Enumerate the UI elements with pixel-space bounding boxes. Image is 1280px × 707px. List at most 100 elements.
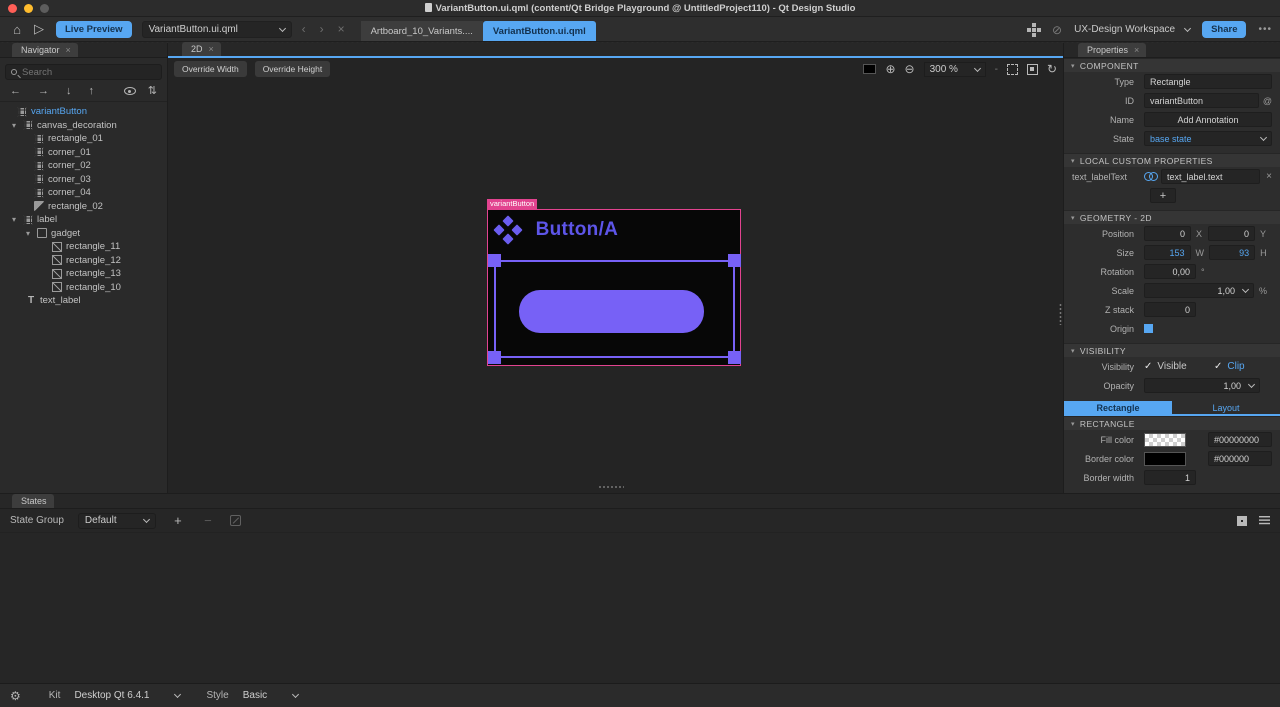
visible-checkbox[interactable]: ✓Visible: [1144, 361, 1214, 372]
subtab-rectangle[interactable]: Rectangle: [1064, 401, 1172, 414]
remove-state-group-icon[interactable]: −: [200, 513, 216, 528]
back-button[interactable]: ‹: [302, 22, 306, 36]
section-component[interactable]: ▾COMPONENT: [1064, 58, 1280, 72]
forward-button[interactable]: ›: [320, 22, 324, 36]
state-group-dropdown[interactable]: Default: [78, 513, 156, 529]
open-document-dropdown[interactable]: VariantButton.ui.qml: [142, 21, 292, 38]
move-left-icon[interactable]: ←: [10, 85, 21, 97]
position-x-field[interactable]: 0: [1144, 226, 1191, 241]
tree-item-gadget[interactable]: ▾gadget: [0, 227, 167, 241]
section-geometry-2d[interactable]: ▾GEOMETRY - 2D: [1064, 210, 1280, 224]
share-button[interactable]: Share: [1202, 21, 1246, 38]
tree-item-variantbutton[interactable]: variantButton: [0, 105, 167, 119]
type-field[interactable]: Rectangle: [1144, 74, 1272, 89]
close-icon[interactable]: ×: [66, 45, 71, 55]
id-field[interactable]: variantButton: [1144, 93, 1259, 108]
zoom-level-dropdown[interactable]: 300 %: [924, 62, 986, 77]
annotation-at-icon[interactable]: @: [1263, 96, 1272, 106]
subtab-layout[interactable]: Layout: [1172, 401, 1280, 414]
gear-icon[interactable]: ⚙: [10, 689, 21, 703]
tree-item-rectangle-13[interactable]: rectangle_13: [0, 267, 167, 281]
more-options-icon[interactable]: •••: [1258, 24, 1272, 35]
opacity-dropdown[interactable]: 1,00: [1144, 378, 1260, 393]
workspace-dropdown[interactable]: UX-Design Workspace: [1074, 24, 1190, 35]
fill-color-hex-field[interactable]: #00000000: [1208, 432, 1272, 447]
position-y-field[interactable]: 0: [1208, 226, 1255, 241]
artboard-variantbutton[interactable]: Button/A: [487, 209, 741, 366]
rotation-field[interactable]: 0,00: [1144, 264, 1196, 279]
zoom-in-icon[interactable]: ⊕: [885, 62, 895, 76]
tab-2d[interactable]: 2D ×: [182, 42, 221, 56]
caret-down-icon[interactable]: ▾: [12, 215, 19, 224]
button-background-rectangle[interactable]: [519, 290, 704, 333]
fit-screen-icon[interactable]: [1007, 64, 1018, 75]
tree-item-canvas-decoration[interactable]: ▾canvas_decoration: [0, 119, 167, 133]
reset-view-icon[interactable]: ↻: [1047, 62, 1057, 76]
state-dropdown[interactable]: base state: [1144, 131, 1272, 146]
home-icon[interactable]: ⌂: [6, 22, 28, 37]
tree-item-corner-02[interactable]: corner_02: [0, 159, 167, 173]
tree-item-corner-04[interactable]: corner_04: [0, 186, 167, 200]
tree-item-label[interactable]: ▾label: [0, 213, 167, 227]
add-annotation-button[interactable]: Add Annotation: [1144, 112, 1272, 127]
size-h-field[interactable]: 93: [1209, 245, 1256, 260]
binding-expression-field[interactable]: text_label.text: [1161, 169, 1260, 184]
add-state-group-icon[interactable]: +: [170, 513, 186, 528]
sort-icon[interactable]: ⇅: [148, 84, 157, 97]
section-rectangle[interactable]: ▾RECTANGLE: [1064, 416, 1280, 430]
visibility-eye-icon[interactable]: [124, 87, 136, 95]
origin-selector[interactable]: [1144, 324, 1153, 333]
button-text-label[interactable]: Button/A: [536, 219, 619, 241]
remove-property-icon[interactable]: ×: [1266, 171, 1272, 182]
override-width-button[interactable]: Override Width: [174, 61, 247, 77]
scale-dropdown[interactable]: 1,00: [1144, 283, 1254, 298]
rename-state-group-icon[interactable]: [230, 515, 241, 526]
border-width-field[interactable]: 1: [1144, 470, 1196, 485]
navigator-search[interactable]: [5, 64, 162, 80]
caret-down-icon[interactable]: ▾: [26, 229, 33, 238]
section-local-custom-properties[interactable]: ▾LOCAL CUSTOM PROPERTIES: [1064, 153, 1280, 167]
tree-item-rectangle-10[interactable]: rectangle_10: [0, 281, 167, 295]
states-tab[interactable]: States: [12, 494, 54, 508]
list-view-icon[interactable]: [1259, 516, 1270, 525]
tree-item-corner-03[interactable]: corner_03: [0, 173, 167, 187]
close-icon[interactable]: ×: [209, 44, 214, 54]
size-w-field[interactable]: 153: [1144, 245, 1191, 260]
move-down-icon[interactable]: ↓: [66, 85, 72, 97]
clip-checkbox[interactable]: ✓Clip: [1214, 361, 1245, 372]
artboard-tag[interactable]: variantButton: [487, 199, 537, 209]
zstack-field[interactable]: 0: [1144, 302, 1196, 317]
resize-handle[interactable]: [728, 254, 741, 267]
section-visibility[interactable]: ▾VISIBILITY: [1064, 343, 1280, 357]
move-right-icon[interactable]: →: [38, 85, 49, 97]
close-icon[interactable]: ×: [1134, 45, 1139, 55]
close-document-button[interactable]: ×: [338, 22, 345, 36]
search-input[interactable]: [22, 67, 156, 78]
transform-tool-icon[interactable]: [1032, 28, 1036, 32]
add-property-button[interactable]: +: [1150, 188, 1176, 203]
resize-handle[interactable]: [488, 254, 501, 267]
caret-down-icon[interactable]: ▾: [12, 121, 19, 130]
splitter-handle[interactable]: [598, 485, 624, 489]
kit-dropdown[interactable]: Desktop Qt 6.4.1: [74, 690, 180, 701]
disabled-icon[interactable]: ⊘: [1052, 23, 1062, 37]
border-color-hex-field[interactable]: #000000: [1208, 451, 1272, 466]
border-color-swatch[interactable]: [1144, 452, 1186, 466]
binding-link-icon[interactable]: [1144, 172, 1157, 181]
style-dropdown[interactable]: Basic: [243, 690, 298, 701]
tree-item-rectangle-12[interactable]: rectangle_12: [0, 254, 167, 268]
run-icon[interactable]: ▷: [28, 21, 50, 37]
tree-item-rectangle-01[interactable]: rectangle_01: [0, 132, 167, 146]
tree-item-text-label[interactable]: Ttext_label: [0, 294, 167, 308]
tab-artboard-10-variants[interactable]: Artboard_10_Variants....: [361, 21, 483, 41]
live-preview-button[interactable]: Live Preview: [56, 21, 132, 38]
zoom-selection-icon[interactable]: [1027, 64, 1038, 75]
navigator-tab[interactable]: Navigator ×: [12, 43, 78, 57]
design-canvas[interactable]: variantButton Button/A: [168, 80, 1063, 491]
resize-handle[interactable]: [488, 351, 501, 364]
fill-color-swatch[interactable]: [1144, 433, 1186, 447]
override-height-button[interactable]: Override Height: [255, 61, 331, 77]
background-color-swatch[interactable]: [863, 64, 876, 74]
properties-tab[interactable]: Properties ×: [1078, 43, 1146, 57]
move-up-icon[interactable]: ↑: [89, 85, 95, 97]
